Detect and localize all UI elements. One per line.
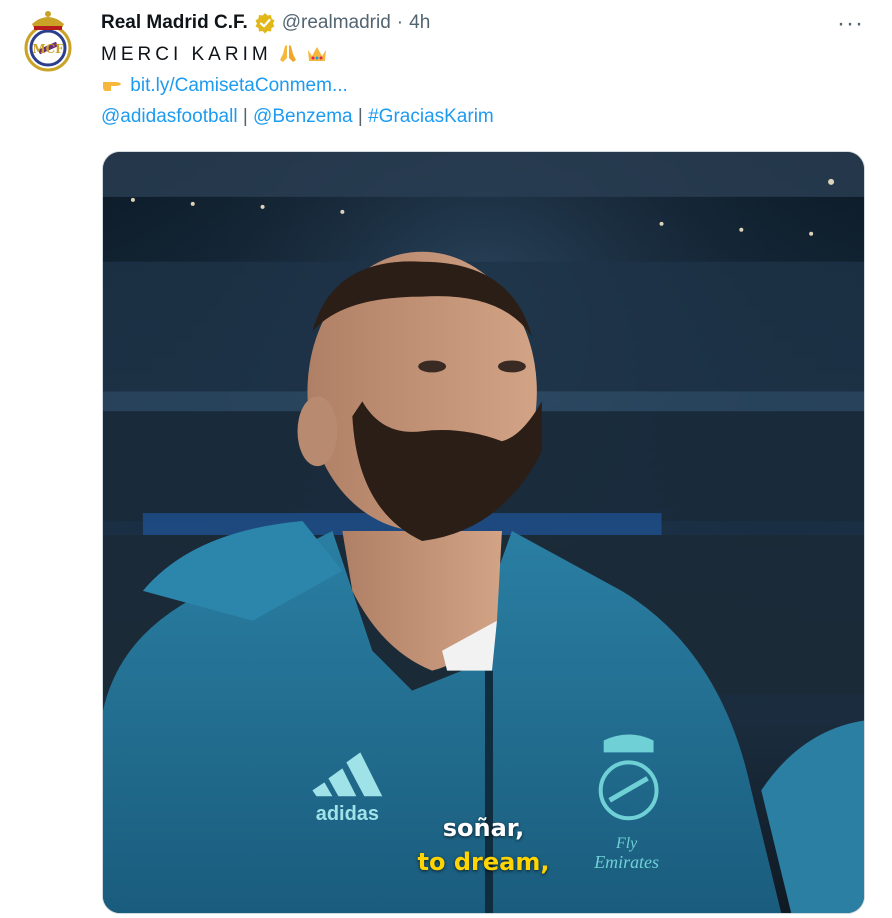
avatar[interactable]: MCF (14, 4, 82, 76)
mention-benzema[interactable]: @Benzema (253, 106, 353, 127)
mention-adidasfootball[interactable]: @adidasfootball (101, 106, 238, 127)
tweet-line-1: MERCI KARIM (101, 40, 821, 71)
display-name[interactable]: Real Madrid C.F. (101, 12, 248, 34)
mention-separator: | (242, 106, 248, 127)
folded-hands-emoji-icon (279, 45, 296, 62)
handle[interactable]: @realmadrid (282, 12, 391, 34)
more-options-button[interactable]: ··· (837, 10, 864, 38)
tweet-header: Real Madrid C.F. @realmadrid · 4h (101, 9, 430, 37)
tweet[interactable]: MCF Real Madrid C.F. @realmadrid · 4h ··… (0, 0, 892, 918)
verified-badge-icon (255, 13, 275, 34)
separator-dot: · (396, 12, 404, 33)
tweet-line-3: @adidasfootball | @Benzema | #GraciasKar… (101, 102, 821, 133)
video-frame: adidas Fly Emirates (103, 152, 864, 913)
tweet-headline: MERCI KARIM (101, 44, 272, 65)
tweet-text: MERCI KARIM bit.ly/CamisetaConmem... @ad… (101, 40, 821, 133)
crown-emoji-icon (308, 47, 327, 61)
pointing-right-emoji-icon (103, 82, 121, 91)
timestamp[interactable]: 4h (409, 12, 430, 34)
video-media[interactable]: adidas Fly Emirates soñar, to dream, (102, 151, 865, 914)
svg-text:MCF: MCF (32, 42, 64, 56)
shortened-link[interactable]: bit.ly/CamisetaConmem... (130, 75, 348, 96)
mention-separator: | (357, 106, 363, 127)
real-madrid-crest-icon: MCF (24, 11, 72, 72)
tweet-line-2: bit.ly/CamisetaConmem... (101, 71, 821, 102)
subtitle-english: to dream, (417, 848, 550, 876)
subtitle-spanish: soñar, (442, 814, 525, 842)
hashtag-graciaskarim[interactable]: #GraciasKarim (368, 106, 494, 127)
